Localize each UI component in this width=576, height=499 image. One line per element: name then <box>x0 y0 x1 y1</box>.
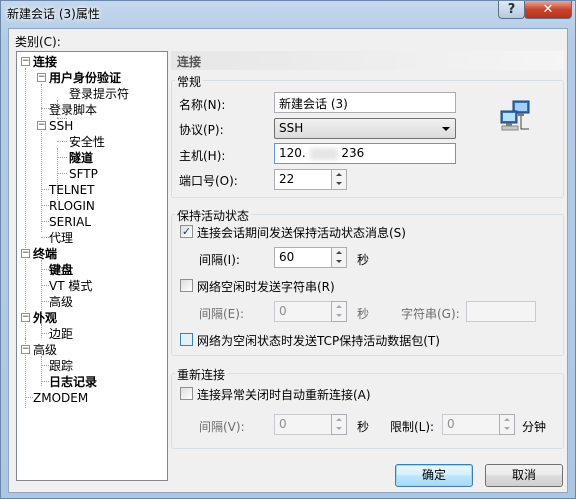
protocol-label: 协议(P): <box>179 123 224 137</box>
collapse-icon[interactable]: − <box>21 57 30 66</box>
spin-up-icon[interactable] <box>332 248 346 257</box>
reconnect-interval-label: 间隔(V): <box>199 420 245 434</box>
tree-item-connection[interactable]: 连接 <box>33 55 57 69</box>
tree-item-login-scripts[interactable]: 登录脚本 <box>49 103 97 117</box>
tree-item-login-prompts[interactable]: 登录提示符 <box>69 87 129 101</box>
host-field[interactable]: 120. 236 <box>274 143 456 164</box>
tree-item-user-auth[interactable]: 用户身份验证 <box>49 71 121 85</box>
cancel-button[interactable]: 取消 <box>485 464 563 487</box>
seconds-unit: 秒 <box>357 420 370 434</box>
minutes-unit: 分钟 <box>522 420 547 434</box>
protocol-select-value: SSH <box>279 121 304 135</box>
title-bar[interactable]: 新建会话 (3)属性 ? ✕ <box>1 1 575 27</box>
tree-item-advanced[interactable]: 高级 <box>49 295 73 309</box>
spin-down-icon[interactable] <box>332 424 346 433</box>
keepalive-group-title: 保持活动状态 <box>175 207 252 224</box>
seconds-unit: 秒 <box>357 253 370 267</box>
tree-item-telnet[interactable]: TELNET <box>49 183 95 197</box>
tree-item-terminal[interactable]: 终端 <box>33 247 57 261</box>
reconnect-group-title: 重新连接 <box>175 366 228 383</box>
string-field[interactable] <box>466 301 536 322</box>
idle-string-checkbox[interactable] <box>180 279 193 292</box>
ok-button[interactable]: 确定 <box>395 464 473 487</box>
tree-item-ssh[interactable]: SSH <box>49 119 73 133</box>
tree-item-rlogin[interactable]: RLOGIN <box>49 199 95 213</box>
close-button[interactable]: ✕ <box>524 1 572 19</box>
tree-item-zmodem[interactable]: ZMODEM <box>33 391 88 405</box>
tree-item-advanced2[interactable]: 高级 <box>33 343 57 357</box>
idle-interval-label: 间隔(E): <box>199 307 244 321</box>
dialog-client-area: 类别(C): − 连接 − 用户身份验证 登录提示符 登录脚本 − SSH 安全… <box>8 28 568 493</box>
tree-item-tunnel[interactable]: 隧道 <box>69 151 93 165</box>
spin-up-icon[interactable] <box>500 415 514 424</box>
close-icon: ✕ <box>542 2 554 17</box>
auto-reconnect-checkbox[interactable] <box>180 387 193 400</box>
send-keepalive-checkbox[interactable]: ✓ <box>180 225 193 238</box>
spin-down-icon[interactable] <box>332 311 346 320</box>
limit-stepper[interactable] <box>499 414 515 435</box>
string-label: 字符串(G): <box>401 307 460 321</box>
tree-item-security[interactable]: 安全性 <box>69 135 105 149</box>
collapse-icon[interactable]: − <box>37 121 46 130</box>
port-label: 端口号(O): <box>179 174 238 188</box>
reconnect-interval-stepper[interactable] <box>331 414 347 435</box>
spin-down-icon[interactable] <box>332 257 346 266</box>
send-keepalive-label: 连接会话期间发送保持活动状态消息(S) <box>197 226 406 240</box>
host-value-start: 120. <box>279 146 306 160</box>
spin-up-icon[interactable] <box>332 302 346 311</box>
redacted-block <box>309 147 338 160</box>
category-label: 类别(C): <box>15 35 61 49</box>
category-tree[interactable]: − 连接 − 用户身份验证 登录提示符 登录脚本 − SSH 安全性 隧道 SF… <box>16 51 168 481</box>
limit-field[interactable]: 0 <box>442 414 500 435</box>
reconnect-interval-field[interactable]: 0 <box>274 414 332 435</box>
idle-string-label: 网络空闲时发送字符串(R) <box>197 280 335 294</box>
section-header: 连接 <box>171 51 564 70</box>
idle-interval-stepper[interactable] <box>331 301 347 322</box>
chevron-down-icon <box>442 127 450 131</box>
name-label: 名称(N): <box>179 98 226 112</box>
general-group-title: 常规 <box>175 73 204 90</box>
collapse-icon[interactable]: − <box>21 313 30 322</box>
tcp-keepalive-checkbox[interactable] <box>180 333 193 346</box>
seconds-unit: 秒 <box>357 307 370 321</box>
help-button[interactable]: ? <box>498 1 525 19</box>
tree-item-margins[interactable]: 边距 <box>49 327 73 341</box>
tree-item-appearance[interactable]: 外观 <box>33 311 57 325</box>
spin-down-icon[interactable] <box>500 424 514 433</box>
limit-label: 限制(L): <box>390 420 435 434</box>
properties-window: 新建会话 (3)属性 ? ✕ 类别(C): − 连接 − 用户身份验证 登录提示… <box>0 0 576 499</box>
tree-item-vt-mode[interactable]: VT 模式 <box>49 279 92 293</box>
tree-item-trace[interactable]: 跟踪 <box>49 359 73 373</box>
reconnect-group <box>171 373 564 449</box>
tree-item-serial[interactable]: SERIAL <box>49 215 91 229</box>
tree-item-sftp[interactable]: SFTP <box>69 167 98 181</box>
keepalive-interval-label: 间隔(I): <box>199 253 240 267</box>
window-title: 新建会话 (3)属性 <box>7 7 100 21</box>
help-icon: ? <box>507 2 516 17</box>
keepalive-interval-stepper[interactable] <box>331 247 347 268</box>
name-field[interactable]: 新建会话 (3) <box>274 92 456 113</box>
keepalive-interval-field[interactable]: 60 <box>274 247 332 268</box>
tree-item-keyboard[interactable]: 键盘 <box>49 263 73 277</box>
protocol-select[interactable]: SSH <box>274 118 456 139</box>
port-field[interactable]: 22 <box>274 169 332 190</box>
spin-up-icon[interactable] <box>332 415 346 424</box>
tcp-keepalive-label: 网络为空闲状态时发送TCP保持活动数据包(T) <box>197 334 440 348</box>
collapse-icon[interactable]: − <box>21 249 30 258</box>
host-label: 主机(H): <box>179 149 226 163</box>
tree-item-proxy[interactable]: 代理 <box>49 231 73 245</box>
spin-up-icon[interactable] <box>332 170 346 179</box>
auto-reconnect-label: 连接异常关闭时自动重新连接(A) <box>197 388 371 402</box>
network-computers-icon <box>500 100 530 131</box>
port-stepper[interactable] <box>331 169 347 190</box>
collapse-icon[interactable]: − <box>37 73 46 82</box>
spin-down-icon[interactable] <box>332 179 346 188</box>
host-value-end: 236 <box>341 146 365 160</box>
idle-interval-field[interactable]: 0 <box>274 301 332 322</box>
collapse-icon[interactable]: − <box>21 345 30 354</box>
tree-item-logging[interactable]: 日志记录 <box>49 375 97 389</box>
